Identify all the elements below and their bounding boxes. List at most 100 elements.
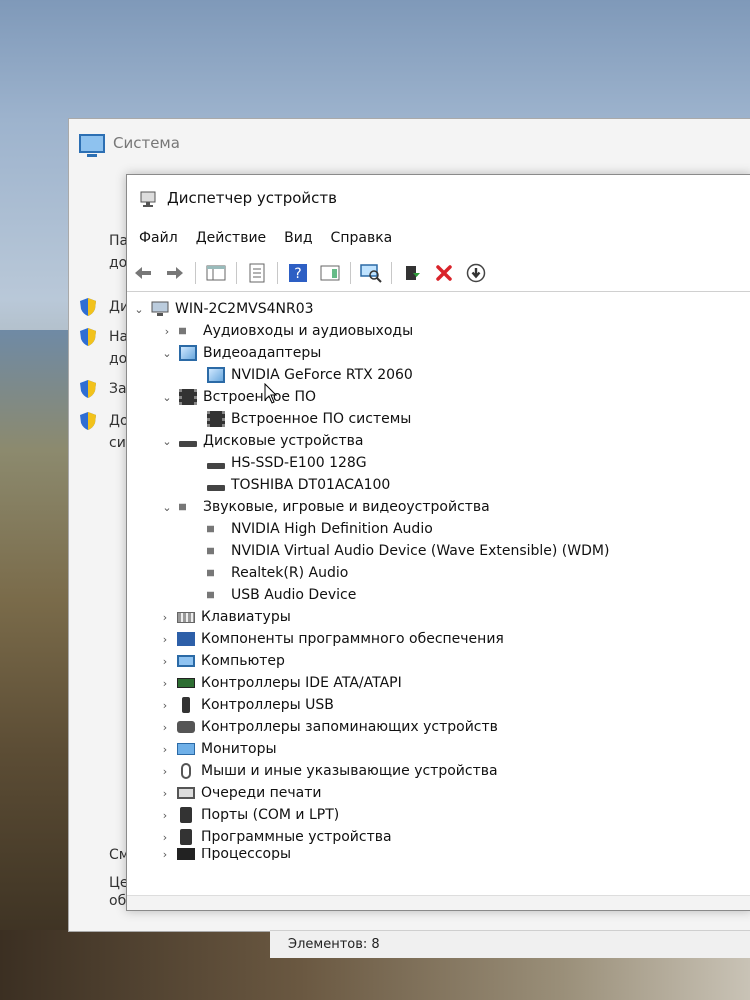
system-text-fragment: до [109, 255, 128, 271]
storage-controller-icon [177, 721, 195, 733]
tree-node[interactable]: › Программные устройства [127, 826, 750, 848]
update-driver-button[interactable] [400, 261, 424, 285]
tree-leaf[interactable]: NVIDIA Virtual Audio Device (Wave Extens… [127, 540, 750, 562]
chevron-right-icon[interactable]: › [159, 743, 171, 756]
menu-view[interactable]: Вид [284, 230, 312, 246]
chevron-right-icon[interactable]: › [159, 765, 171, 778]
action-pane-button[interactable] [318, 261, 342, 285]
tree-node-label: Звуковые, игровые и видеоустройства [203, 499, 490, 515]
chevron-right-icon[interactable]: › [161, 325, 173, 338]
tree-node[interactable]: ⌄ Встроенное ПО [127, 386, 750, 408]
tree-leaf-label: Realtek(R) Audio [231, 565, 349, 581]
tree-leaf-label: USB Audio Device [231, 587, 357, 603]
device-tree[interactable]: ⌄ WIN-2C2MVS4NR03 › Аудиовходы и аудиовы… [127, 292, 750, 860]
device-manager-titlebar: Диспетчер устройств [127, 175, 750, 221]
menu-file[interactable]: Файл [139, 230, 178, 246]
disk-icon [207, 462, 225, 469]
tree-node[interactable]: › Мыши и иные указывающие устройства [127, 760, 750, 782]
toolbar-separator [277, 262, 278, 284]
tree-node[interactable]: › Мониторы [127, 738, 750, 760]
shield-icon [79, 411, 97, 431]
tree-node[interactable]: ⌄ Звуковые, игровые и видеоустройства [127, 496, 750, 518]
chevron-right-icon[interactable]: › [159, 831, 171, 844]
tree-leaf[interactable]: USB Audio Device [127, 584, 750, 606]
properties-button[interactable] [245, 261, 269, 285]
tree-node-label: Мыши и иные указывающие устройства [201, 763, 498, 779]
tree-node-label: Процессоры [201, 848, 292, 860]
computer-icon [151, 301, 169, 317]
help-icon[interactable]: ? [286, 261, 310, 285]
tree-node-label: Контроллеры IDE ATA/ATAPI [201, 675, 402, 691]
chevron-down-icon[interactable]: ⌄ [161, 347, 173, 360]
tree-leaf[interactable]: Realtek(R) Audio [127, 562, 750, 584]
system-link-fragment[interactable]: до [109, 351, 127, 367]
tree-node-label: Очереди печати [201, 785, 322, 801]
system-window-titlebar: Система [79, 129, 180, 157]
chevron-down-icon[interactable]: ⌄ [161, 501, 173, 514]
uninstall-device-icon[interactable] [432, 261, 456, 285]
tree-leaf[interactable]: NVIDIA High Definition Audio [127, 518, 750, 540]
chevron-right-icon[interactable]: › [159, 809, 171, 822]
scan-hardware-changes-button[interactable] [359, 261, 383, 285]
chevron-right-icon[interactable]: › [159, 677, 171, 690]
tree-node[interactable]: › Очереди печати [127, 782, 750, 804]
firmware-icon [179, 389, 197, 405]
tree-node[interactable]: › Контроллеры IDE ATA/ATAPI [127, 672, 750, 694]
horizontal-scrollbar[interactable] [127, 895, 750, 910]
tree-node-label: Контроллеры запоминающих устройств [201, 719, 498, 735]
chevron-right-icon[interactable]: › [159, 848, 171, 860]
tree-node[interactable]: › Компьютер [127, 650, 750, 672]
tree-root[interactable]: ⌄ WIN-2C2MVS4NR03 [127, 298, 750, 320]
tree-leaf-label: HS-SSD-E100 128G [231, 455, 367, 471]
toolbar-separator [350, 262, 351, 284]
chevron-right-icon[interactable]: › [159, 787, 171, 800]
tree-node[interactable]: ⌄ Дисковые устройства [127, 430, 750, 452]
tree-leaf[interactable]: Встроенное ПО системы [127, 408, 750, 430]
speaker-icon [179, 323, 196, 339]
shield-icon [79, 379, 97, 399]
tree-node[interactable]: › Клавиатуры [127, 606, 750, 628]
speaker-icon [207, 587, 224, 603]
tree-leaf[interactable]: NVIDIA GeForce RTX 2060 [127, 364, 750, 386]
tree-node[interactable]: › Компоненты программного обеспечения [127, 628, 750, 650]
chevron-right-icon[interactable]: › [159, 699, 171, 712]
chevron-down-icon[interactable]: ⌄ [161, 391, 173, 404]
system-link-fragment[interactable]: За [109, 381, 127, 397]
tree-leaf[interactable]: HS-SSD-E100 128G [127, 452, 750, 474]
tree-node-label: Дисковые устройства [203, 433, 364, 449]
tree-node[interactable]: ⌄ Видеоадаптеры [127, 342, 750, 364]
forward-button[interactable] [163, 261, 187, 285]
chevron-right-icon[interactable]: › [159, 633, 171, 646]
tree-node[interactable]: › Процессоры [127, 848, 750, 860]
chevron-right-icon[interactable]: › [159, 655, 171, 668]
tree-leaf-label: TOSHIBA DT01ACA100 [231, 477, 391, 493]
tree-node[interactable]: › Контроллеры USB [127, 694, 750, 716]
device-manager-window: Диспетчер устройств Файл Действие Вид Сп… [126, 174, 750, 911]
usb-icon [182, 697, 190, 713]
mouse-icon [181, 763, 191, 779]
menu-help[interactable]: Справка [331, 230, 393, 246]
menu-bar: Файл Действие Вид Справка [127, 221, 750, 255]
shield-icon [79, 327, 97, 347]
ide-controller-icon [177, 678, 195, 688]
system-text-fragment: об [109, 893, 127, 909]
tree-node[interactable]: › Аудиовходы и аудиовыходы [127, 320, 750, 342]
display-adapter-icon [179, 345, 197, 361]
enable-device-button[interactable] [464, 261, 488, 285]
chevron-down-icon[interactable]: ⌄ [161, 435, 173, 448]
tree-leaf[interactable]: TOSHIBA DT01ACA100 [127, 474, 750, 496]
display-adapter-icon [207, 367, 225, 383]
chevron-right-icon[interactable]: › [159, 721, 171, 734]
system-link-fragment[interactable]: си [109, 435, 126, 451]
show-hide-console-tree-button[interactable] [204, 261, 228, 285]
tree-node[interactable]: › Контроллеры запоминающих устройств [127, 716, 750, 738]
menu-action[interactable]: Действие [196, 230, 266, 246]
tree-node-label: Порты (COM и LPT) [201, 807, 340, 823]
tree-node[interactable]: › Порты (COM и LPT) [127, 804, 750, 826]
speaker-icon [207, 565, 224, 581]
tree-node-label: Мониторы [201, 741, 277, 757]
chevron-right-icon[interactable]: › [159, 611, 171, 624]
back-button[interactable] [131, 261, 155, 285]
speaker-icon [179, 499, 196, 515]
chevron-down-icon[interactable]: ⌄ [133, 303, 145, 316]
